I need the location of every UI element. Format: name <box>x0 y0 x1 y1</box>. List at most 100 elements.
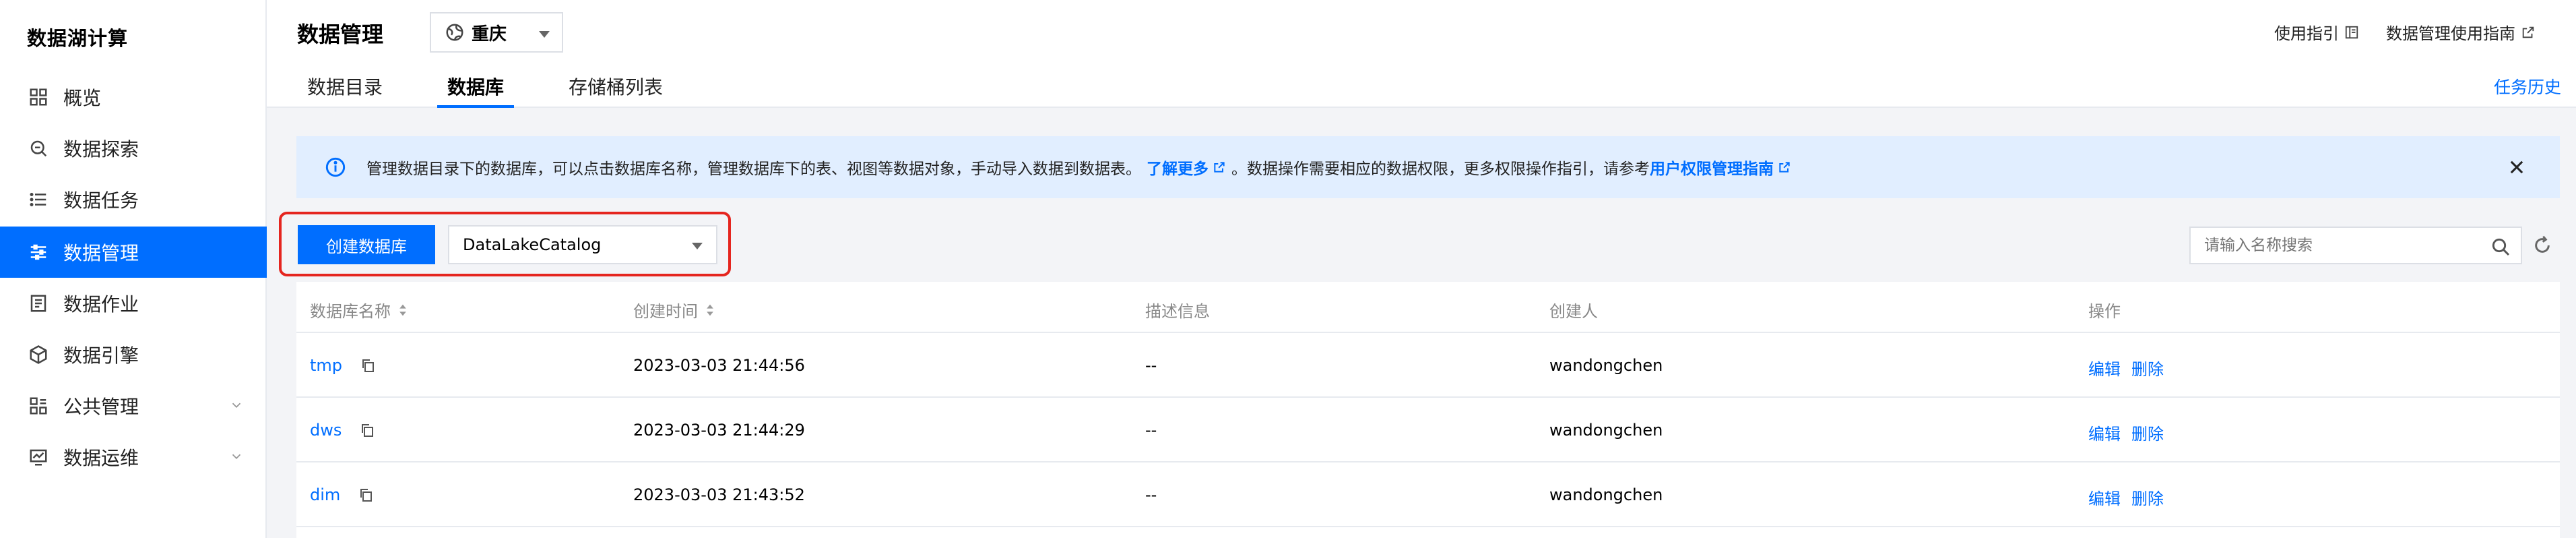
grid-icon <box>27 86 50 109</box>
chevron-down-icon <box>232 454 241 460</box>
copy-icon[interactable] <box>360 357 376 373</box>
database-name-link[interactable]: dim <box>310 485 340 504</box>
edit-button[interactable]: 编辑 <box>2088 421 2121 444</box>
sidebar-item-label: 概览 <box>63 87 102 109</box>
copy-icon[interactable] <box>359 422 375 438</box>
created-time: 2023-03-03 21:44:29 <box>633 421 805 440</box>
globe-icon <box>446 24 463 41</box>
column-header-ops: 操作 <box>2088 302 2121 321</box>
search-box <box>2189 227 2522 264</box>
sidebar-item-label: 数据作业 <box>63 293 139 316</box>
table-row: dws 2023-03-03 21:44:29 -- wandongchen 编… <box>296 398 2560 462</box>
tab-data-catalog[interactable]: 数据目录 <box>297 71 393 108</box>
edit-button[interactable]: 编辑 <box>2088 356 2121 380</box>
banner-text-2: 。数据操作需要相应的数据权限，更多权限操作指引，请参考 <box>1231 160 1650 178</box>
task-history-link[interactable]: 任务历史 <box>2494 74 2561 98</box>
cube-icon <box>27 343 50 366</box>
description: -- <box>1145 421 1157 440</box>
catalog-value: DataLakeCatalog <box>463 235 602 254</box>
doc-icon <box>27 292 50 315</box>
permission-guide-link[interactable]: 用户权限管理指南 <box>1650 156 1797 179</box>
region-select[interactable]: 重庆 <box>430 12 563 53</box>
database-name-link[interactable]: tmp <box>310 356 342 375</box>
column-header-name[interactable]: 数据库名称 <box>310 298 407 322</box>
sidebar-item-data-task[interactable]: 数据任务 <box>0 174 267 225</box>
manage-guide-link[interactable]: 数据管理使用指南 <box>2386 20 2536 44</box>
sidebar-item-label: 数据管理 <box>63 242 139 264</box>
external-link-icon <box>2522 26 2534 38</box>
sidebar-item-data-manage[interactable]: 数据管理 <box>0 227 267 278</box>
page-header: 数据管理 重庆 数据目录 数据库 存储桶列表 使用指引 数据管理使用指南 任务历… <box>267 0 2576 108</box>
info-icon <box>325 157 346 177</box>
delete-button[interactable]: 删除 <box>2131 356 2164 380</box>
usage-guide-link[interactable]: 使用指引 <box>2274 20 2359 44</box>
delete-button[interactable]: 删除 <box>2131 485 2164 509</box>
refresh-icon[interactable] <box>2532 235 2553 256</box>
settings-list-icon <box>27 241 50 264</box>
created-time: 2023-03-03 21:43:52 <box>633 485 805 504</box>
learn-more-link[interactable]: 了解更多 <box>1147 156 1231 179</box>
copy-icon[interactable] <box>358 487 374 503</box>
region-value: 重庆 <box>472 24 507 44</box>
creator: wandongchen <box>1549 356 1663 375</box>
column-header-creator: 创建人 <box>1549 302 1598 321</box>
tab-database[interactable]: 数据库 <box>437 71 515 108</box>
sidebar-item-public-manage[interactable]: 公共管理 <box>0 380 267 431</box>
created-time: 2023-03-03 21:44:56 <box>633 356 805 375</box>
sidebar-item-overview[interactable]: 概览 <box>0 71 267 123</box>
learn-more-label: 了解更多 <box>1147 160 1209 178</box>
sidebar-item-label: 数据任务 <box>63 189 139 212</box>
tab-bucket-list[interactable]: 存储桶列表 <box>558 71 673 108</box>
sidebar-item-label: 数据引擎 <box>63 345 139 367</box>
sidebar-item-label: 公共管理 <box>63 396 139 418</box>
info-banner: 管理数据目录下的数据库，可以点击数据库名称，管理数据库下的表、视图等数据对象，手… <box>296 136 2560 198</box>
column-header-desc: 描述信息 <box>1145 302 1210 321</box>
search-input[interactable] <box>2203 236 2472 255</box>
database-name-link[interactable]: dws <box>310 421 342 440</box>
description: -- <box>1145 356 1157 375</box>
column-header-created[interactable]: 创建时间 <box>633 298 714 322</box>
creator: wandongchen <box>1549 421 1663 440</box>
page-title: 数据管理 <box>297 22 384 47</box>
external-link-icon <box>1214 162 1225 173</box>
search-icon[interactable] <box>2490 236 2511 258</box>
sidebar-item-data-ops[interactable]: 数据运维 <box>0 431 267 483</box>
sidebar-item-label: 数据运维 <box>63 447 139 469</box>
tab-bar: 数据目录 数据库 存储桶列表 <box>297 71 717 108</box>
sort-icon <box>707 304 713 316</box>
apps-icon <box>27 394 50 417</box>
table-row: tmp 2023-03-03 21:44:56 -- wandongchen 编… <box>296 333 2560 398</box>
database-table: 数据库名称 创建时间 描述信息 创建人 操作 tmp 2023-03-03 21… <box>296 282 2560 538</box>
top-links: 使用指引 数据管理使用指南 <box>2247 20 2536 44</box>
description: -- <box>1145 485 1157 504</box>
external-link-icon <box>1779 162 1790 173</box>
banner-text-1: 管理数据目录下的数据库，可以点击数据库名称，管理数据库下的表、视图等数据对象，手… <box>366 160 1141 178</box>
column-label: 创建时间 <box>633 302 698 321</box>
table-header: 数据库名称 创建时间 描述信息 创建人 操作 <box>296 282 2560 333</box>
sidebar-item-data-engine[interactable]: 数据引擎 <box>0 329 267 380</box>
close-icon[interactable] <box>2507 158 2526 177</box>
catalog-select[interactable]: DataLakeCatalog <box>448 225 717 264</box>
panel-icon <box>2345 26 2358 38</box>
column-label: 数据库名称 <box>310 302 391 321</box>
sidebar-item-label: 数据探索 <box>63 138 139 160</box>
sidebar-item-data-explore[interactable]: 数据探索 <box>0 123 267 174</box>
permission-guide-label: 用户权限管理指南 <box>1650 160 1774 178</box>
caret-down-icon <box>539 31 550 38</box>
sidebar-item-data-job[interactable]: 数据作业 <box>0 278 267 329</box>
usage-guide-label: 使用指引 <box>2274 24 2339 43</box>
product-brand: 数据湖计算 <box>27 27 129 50</box>
edit-button[interactable]: 编辑 <box>2088 485 2121 509</box>
create-database-button[interactable]: 创建数据库 <box>298 225 435 264</box>
table-row: dim 2023-03-03 21:43:52 -- wandongchen 编… <box>296 462 2560 527</box>
sidebar: 数据湖计算 概览 数据探索 数据任务 数据管理 数据作业 数据引擎 公共管理 数… <box>0 0 267 538</box>
search-doc-icon <box>27 137 50 160</box>
list-icon <box>27 188 50 211</box>
chevron-down-icon <box>232 402 241 409</box>
manage-guide-label: 数据管理使用指南 <box>2386 24 2515 43</box>
caret-down-icon <box>692 243 703 249</box>
delete-button[interactable]: 删除 <box>2131 421 2164 444</box>
sort-icon <box>399 304 406 316</box>
creator: wandongchen <box>1549 485 1663 504</box>
monitor-icon <box>27 446 50 469</box>
